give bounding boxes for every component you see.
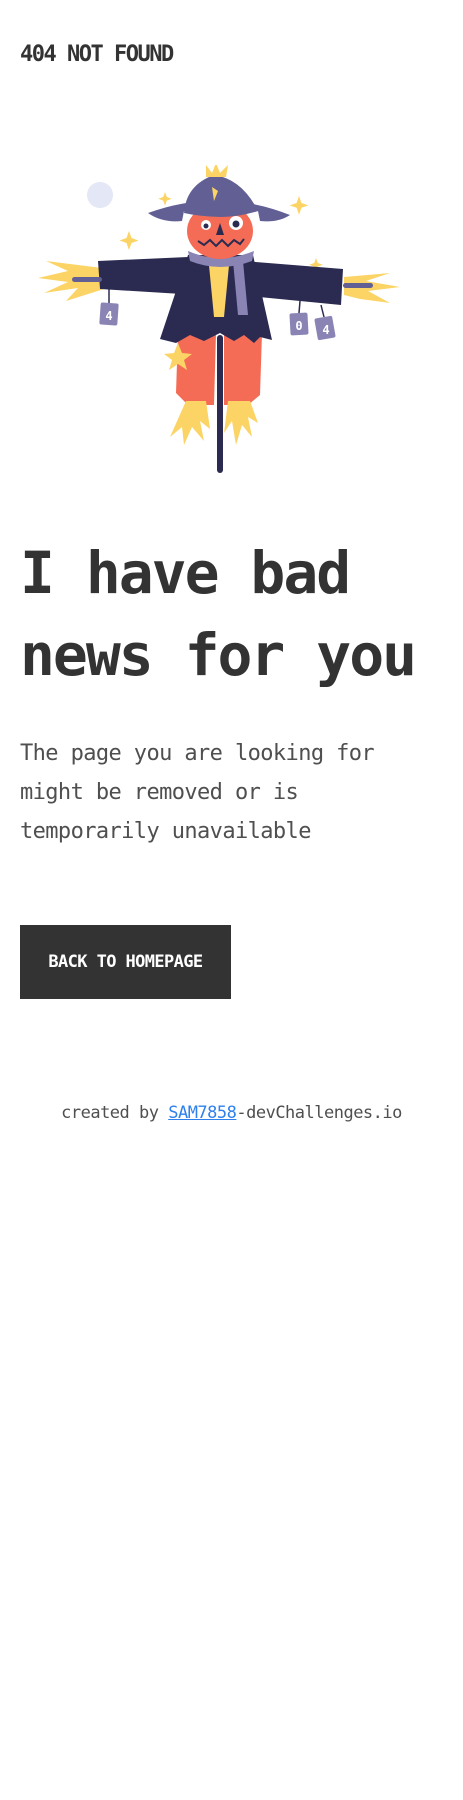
page-title: 404 NOT FOUND	[20, 42, 174, 67]
footer-suffix: -devChallenges.io	[236, 1103, 402, 1123]
can-label: 4	[105, 309, 112, 323]
can-label: 4	[322, 323, 329, 337]
sparkle-icon	[158, 192, 172, 206]
right-straw-foot	[224, 401, 258, 445]
footer-prefix: created by	[61, 1103, 169, 1123]
scarecrow-left-leg	[176, 333, 216, 405]
footer-credit: created by SAM7858-devChallenges.io	[0, 1103, 463, 1123]
description-text: The page you are looking for might be re…	[20, 741, 375, 844]
scarecrow-pole	[217, 335, 223, 473]
sparkle-icon	[119, 231, 139, 250]
can-label: 0	[295, 319, 302, 333]
moon-icon	[87, 182, 113, 208]
scarecrow-illustration: 4 0 4	[38, 165, 400, 473]
left-straw-foot	[170, 401, 210, 445]
headline: I have bad news for you	[20, 539, 417, 689]
scarecrow-right-leg	[224, 333, 262, 405]
sparkle-icon	[289, 196, 309, 215]
back-to-homepage-button[interactable]: BACK TO HOMEPAGE	[20, 925, 231, 999]
author-link[interactable]: SAM7858	[168, 1103, 237, 1123]
